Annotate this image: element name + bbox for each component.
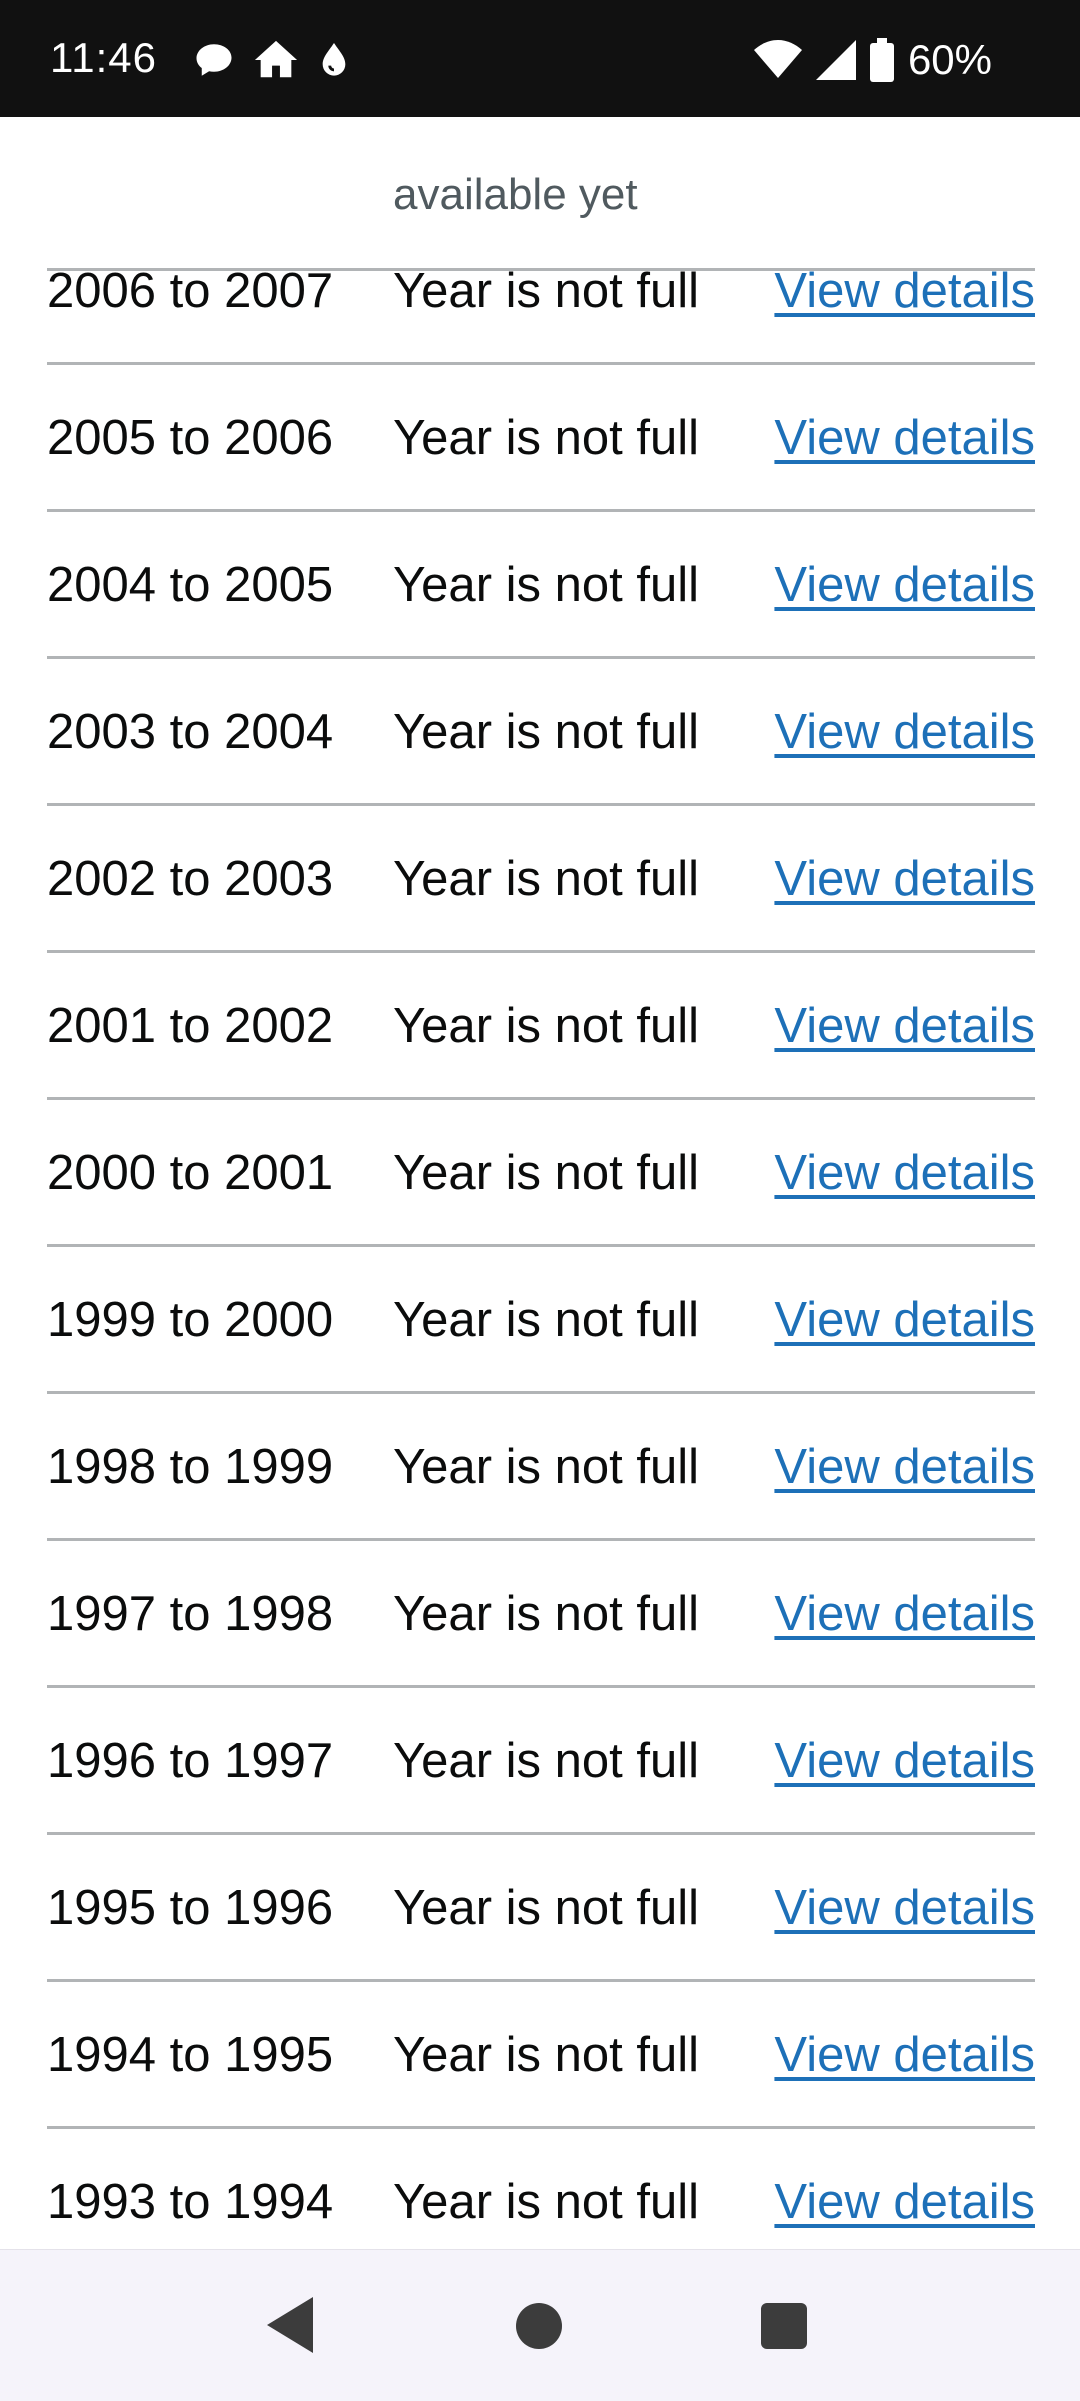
year-range: 1999 to 2000: [47, 1293, 334, 1347]
year-status: Year is not full: [393, 558, 699, 612]
wifi-icon: [753, 40, 802, 78]
year-range: 2005 to 2006: [47, 411, 334, 465]
partial-row-status: available yet: [393, 170, 638, 219]
view-details-link[interactable]: View details: [774, 1835, 1035, 1982]
table-row: 1996 to 1997 Year is not full View details: [47, 1688, 1035, 1835]
drop-icon: [322, 43, 346, 76]
year-status: Year is not full: [393, 2028, 699, 2082]
back-icon[interactable]: [265, 2295, 315, 2355]
view-details-link[interactable]: View details: [774, 1541, 1035, 1688]
chat-bubble-icon: [196, 44, 232, 76]
view-details-link[interactable]: View details: [774, 659, 1035, 806]
recents-icon[interactable]: [761, 2303, 807, 2349]
view-details-link[interactable]: View details: [774, 1247, 1035, 1394]
table-row: 2004 to 2005 Year is not full View details: [47, 512, 1035, 659]
battery-icon: [869, 38, 894, 82]
year-status: Year is not full: [393, 705, 699, 759]
year-range: 1994 to 1995: [47, 2028, 334, 2082]
year-range: 2001 to 2002: [47, 999, 334, 1053]
table-row: 1993 to 1994 Year is not full View details: [47, 2129, 1035, 2249]
navigation-bar: [0, 2249, 1080, 2401]
year-status: Year is not full: [393, 264, 699, 318]
year-status: Year is not full: [393, 1587, 699, 1641]
battery-percentage: 60%: [907, 36, 992, 83]
view-details-link[interactable]: View details: [774, 1982, 1035, 2129]
year-status: Year is not full: [393, 999, 699, 1053]
table-row: 1995 to 1996 Year is not full View details: [47, 1835, 1035, 1982]
year-range: 1995 to 1996: [47, 1881, 334, 1935]
year-table: 2006 to 2007 Year is not full View details…: [47, 218, 1035, 2249]
year-range: 2002 to 2003: [47, 852, 334, 906]
year-range: 2000 to 2001: [47, 1146, 334, 1200]
year-status: Year is not full: [393, 852, 699, 906]
view-details-link[interactable]: View details: [774, 1394, 1035, 1541]
table-row: 2003 to 2004 Year is not full View details: [47, 659, 1035, 806]
cellular-signal-icon: [815, 40, 856, 80]
year-status: Year is not full: [393, 1440, 699, 1494]
view-details-link[interactable]: View details: [774, 953, 1035, 1100]
system-icons: 60%: [753, 34, 992, 86]
home-circle-icon[interactable]: [516, 2303, 562, 2349]
notification-icons: [193, 36, 351, 84]
view-details-link[interactable]: View details: [774, 218, 1035, 365]
table-row: 2000 to 2001 Year is not full View details: [47, 1100, 1035, 1247]
year-range: 2003 to 2004: [47, 705, 334, 759]
view-details-link[interactable]: View details: [774, 512, 1035, 659]
year-range: 2004 to 2005: [47, 558, 334, 612]
table-row: 2002 to 2003 Year is not full View details: [47, 806, 1035, 953]
year-status: Year is not full: [393, 2175, 699, 2229]
home-icon: [254, 40, 298, 78]
year-status: Year is not full: [393, 411, 699, 465]
year-range: 1997 to 1998: [47, 1587, 334, 1641]
table-row: 1999 to 2000 Year is not full View details: [47, 1247, 1035, 1394]
view-details-link[interactable]: View details: [774, 365, 1035, 512]
table-row: 1998 to 1999 Year is not full View details: [47, 1394, 1035, 1541]
table-row: 1997 to 1998 Year is not full View details: [47, 1541, 1035, 1688]
view-details-link[interactable]: View details: [774, 806, 1035, 953]
view-details-link[interactable]: View details: [774, 1688, 1035, 1835]
view-details-link[interactable]: View details: [774, 2129, 1035, 2249]
page-content: available yet 2006 to 2007 Year is not fu…: [0, 117, 1080, 2249]
table-row: 1994 to 1995 Year is not full View details: [47, 1982, 1035, 2129]
year-status: Year is not full: [393, 1734, 699, 1788]
year-range: 1993 to 1994: [47, 2175, 334, 2229]
table-row: 2005 to 2006 Year is not full View details: [47, 365, 1035, 512]
year-status: Year is not full: [393, 1881, 699, 1935]
view-details-link[interactable]: View details: [774, 1100, 1035, 1247]
status-bar: 11:46 60%: [0, 0, 1080, 117]
year-range: 1996 to 1997: [47, 1734, 334, 1788]
year-status: Year is not full: [393, 1293, 699, 1347]
table-row: 2001 to 2002 Year is not full View details: [47, 953, 1035, 1100]
year-range: 1998 to 1999: [47, 1440, 334, 1494]
year-status: Year is not full: [393, 1146, 699, 1200]
year-range: 2006 to 2007: [47, 264, 334, 318]
table-row: 2006 to 2007 Year is not full View details: [47, 218, 1035, 365]
status-time: 11:46: [50, 34, 157, 81]
